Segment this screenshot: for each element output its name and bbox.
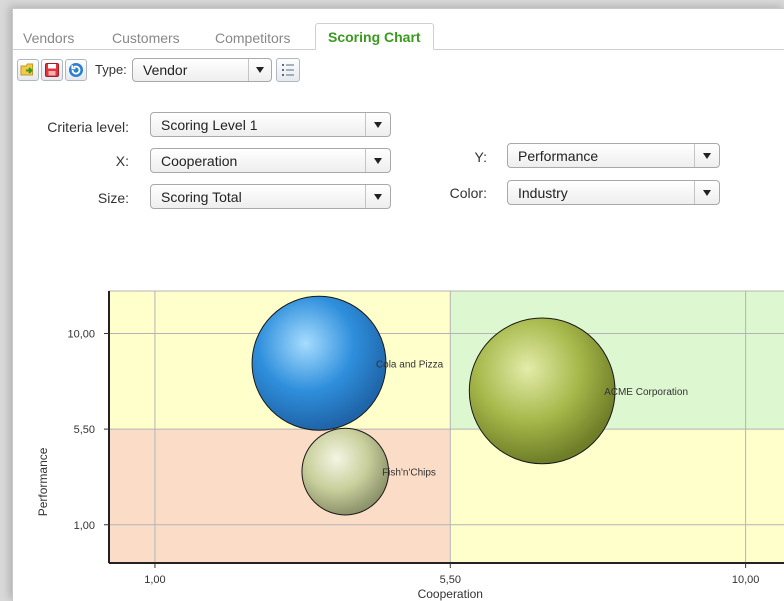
type-select[interactable]: Vendor xyxy=(132,58,272,82)
x-tick-label: 1,00 xyxy=(144,574,165,586)
x-axis-select[interactable]: Cooperation xyxy=(150,148,391,173)
type-select-value: Vendor xyxy=(143,62,188,78)
export-button[interactable] xyxy=(17,59,39,81)
chevron-down-icon xyxy=(365,113,390,136)
color-label: Color: xyxy=(449,185,487,201)
bubble-label: Fish'n'Chips xyxy=(382,468,436,479)
app-window: Vendors Customers Competitors Scoring Ch… xyxy=(12,8,784,601)
x-axis-label: X: xyxy=(115,153,129,169)
tab-bar: Vendors Customers Competitors Scoring Ch… xyxy=(13,9,784,50)
y-tick-label: 10,00 xyxy=(67,329,95,341)
y-axis-select[interactable]: Performance xyxy=(507,143,720,168)
criteria-level-label: Criteria level: xyxy=(47,119,129,135)
x-axis-value: Cooperation xyxy=(161,153,238,169)
list-button[interactable] xyxy=(276,58,300,82)
color-value: Industry xyxy=(518,185,568,201)
criteria-level-select[interactable]: Scoring Level 1 xyxy=(150,112,391,137)
y-axis-label: Y: xyxy=(474,149,487,165)
tab-vendors[interactable]: Vendors xyxy=(23,27,74,49)
tab-competitors[interactable]: Competitors xyxy=(215,27,290,49)
y-tick-label: 5,50 xyxy=(74,424,95,436)
x-tick-label: 10,00 xyxy=(732,574,760,586)
tab-customers[interactable]: Customers xyxy=(112,27,180,49)
refresh-icon xyxy=(69,63,83,77)
x-axis-title: Cooperation xyxy=(418,587,483,601)
bubble xyxy=(301,427,390,516)
chevron-down-icon xyxy=(248,59,271,81)
color-select[interactable]: Industry xyxy=(507,180,720,205)
y-axis-title: Performance xyxy=(36,447,50,516)
export-icon xyxy=(20,63,33,76)
size-select[interactable]: Scoring Total xyxy=(150,184,391,209)
refresh-button[interactable] xyxy=(65,59,87,81)
y-tick-label: 1,00 xyxy=(74,520,95,532)
save-icon xyxy=(45,63,59,77)
chevron-down-icon xyxy=(365,149,390,172)
bubble xyxy=(468,317,616,465)
size-label: Size: xyxy=(97,190,129,206)
save-button[interactable] xyxy=(41,59,63,81)
chevron-down-icon xyxy=(365,185,390,208)
y-axis-value: Performance xyxy=(518,148,599,164)
bubble-label: ACME Corporation xyxy=(604,387,688,398)
tab-scoring-chart[interactable]: Scoring Chart xyxy=(315,23,434,50)
bubble-label: Cola and Pizza xyxy=(376,359,444,370)
bubble xyxy=(251,295,387,431)
chevron-down-icon xyxy=(694,144,719,167)
zone-bottom-left xyxy=(109,429,451,563)
criteria-level-value: Scoring Level 1 xyxy=(161,117,258,133)
x-tick-label: 5,50 xyxy=(440,574,461,586)
bubble-chart-svg: 1,00 5,50 10,00 1,00 5,50 10,00 Cola and Pizz… xyxy=(36,290,784,601)
scoring-chart: 1,00 5,50 10,00 1,00 5,50 10,00 Cola and Pizz… xyxy=(13,273,784,601)
list-icon xyxy=(282,64,294,76)
toolbar: Type: Vendor xyxy=(17,58,417,85)
size-value: Scoring Total xyxy=(161,189,242,205)
chevron-down-icon xyxy=(694,181,719,204)
type-label: Type: xyxy=(95,62,127,77)
